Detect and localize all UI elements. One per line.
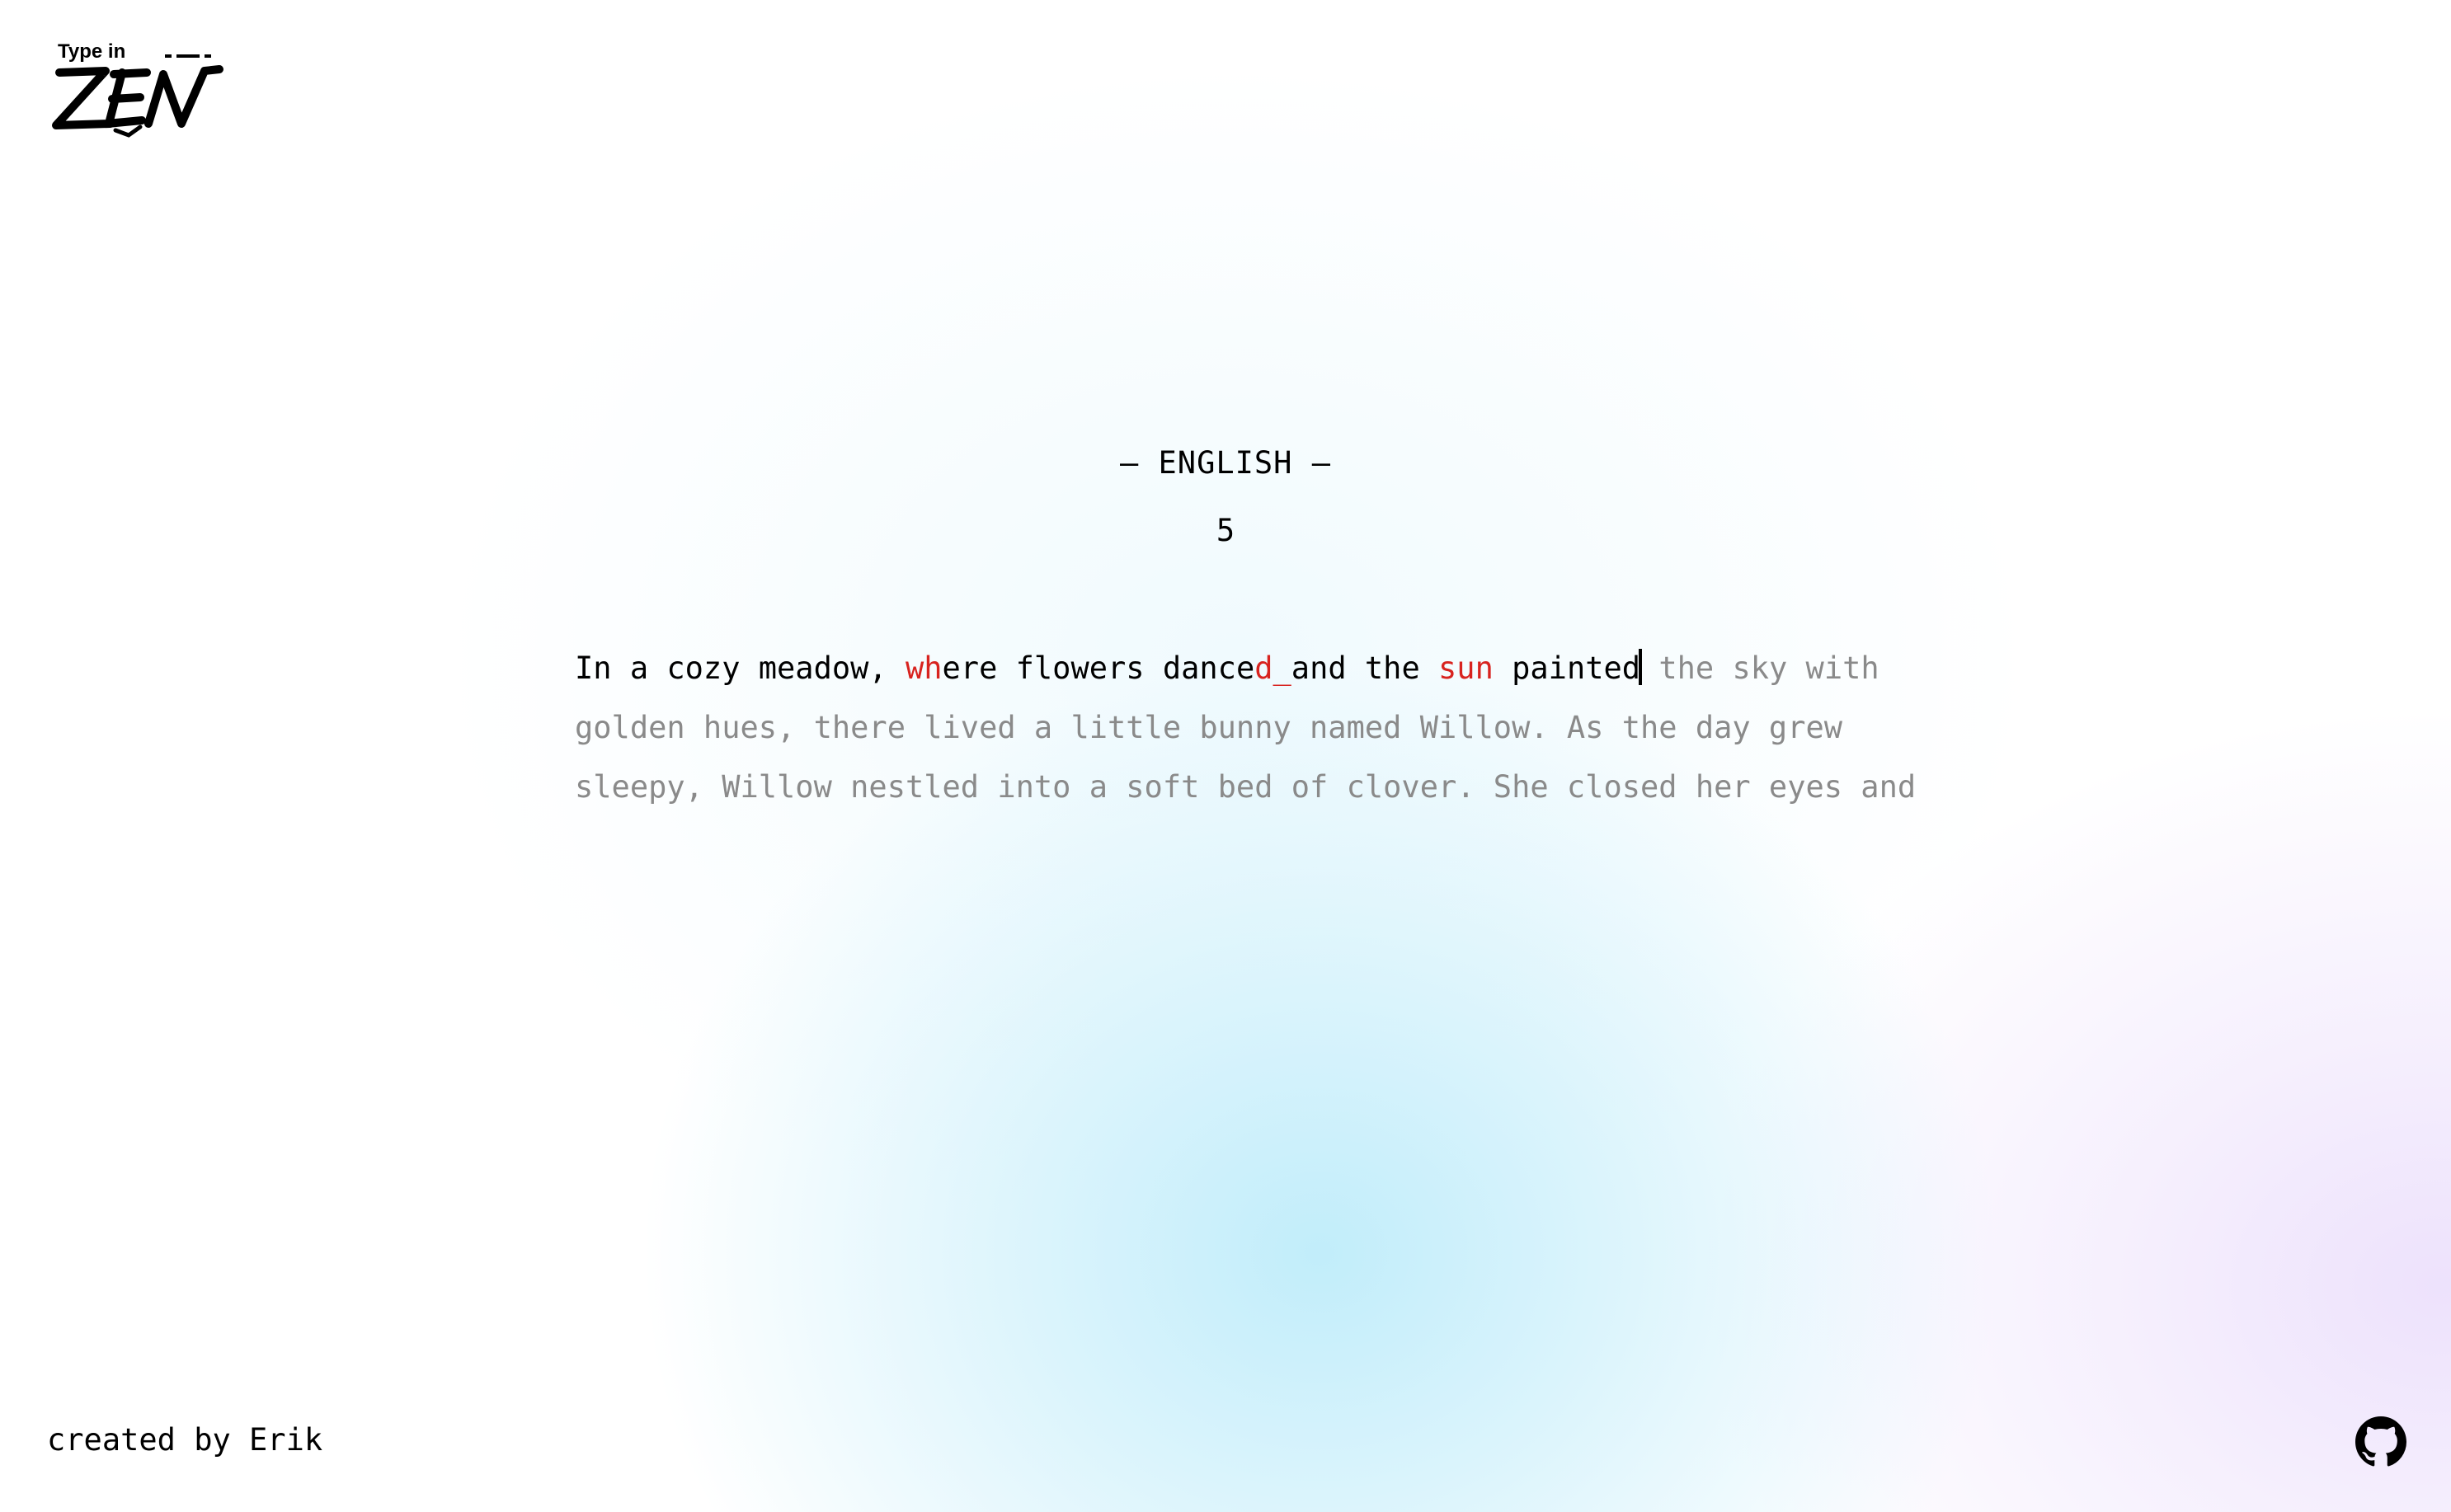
typed-segment-wrong: wh [905,650,943,686]
typed-segment-correct: painted [1493,650,1641,686]
typing-line: In a cozy meadow, where flowers danced_a… [575,639,1927,698]
typing-line: sleepy, Willow nestled into a soft bed o… [575,758,1927,817]
typed-segment-pending: the sky with [1640,650,1879,686]
github-icon[interactable] [2355,1416,2406,1467]
typed-segment-wrong: d_ [1254,650,1291,686]
typing-line: golden hues, there lived a little bunny … [575,698,1927,758]
svg-text:Type in: Type in [58,40,125,63]
footer-credit: created by Erik [47,1422,323,1458]
typed-segment-correct: ere flowers dance [942,650,1255,686]
typed-segment-pending: sleepy, Willow nestled into a soft bed o… [575,769,1917,805]
type-in-zen-logo[interactable]: Type in [43,38,229,143]
typed-segment-correct: and the [1291,650,1439,686]
typing-text-area[interactable]: In a cozy meadow, where flowers danced_a… [575,639,1927,817]
word-count-indicator[interactable]: 5 [0,513,2451,548]
typed-segment-wrong: sun [1438,650,1494,686]
typed-segment-correct: In a cozy meadow, [575,650,906,686]
typed-segment-pending: golden hues, there lived a little bunny … [575,710,1843,745]
language-mode-title[interactable]: – ENGLISH – [0,445,2451,481]
